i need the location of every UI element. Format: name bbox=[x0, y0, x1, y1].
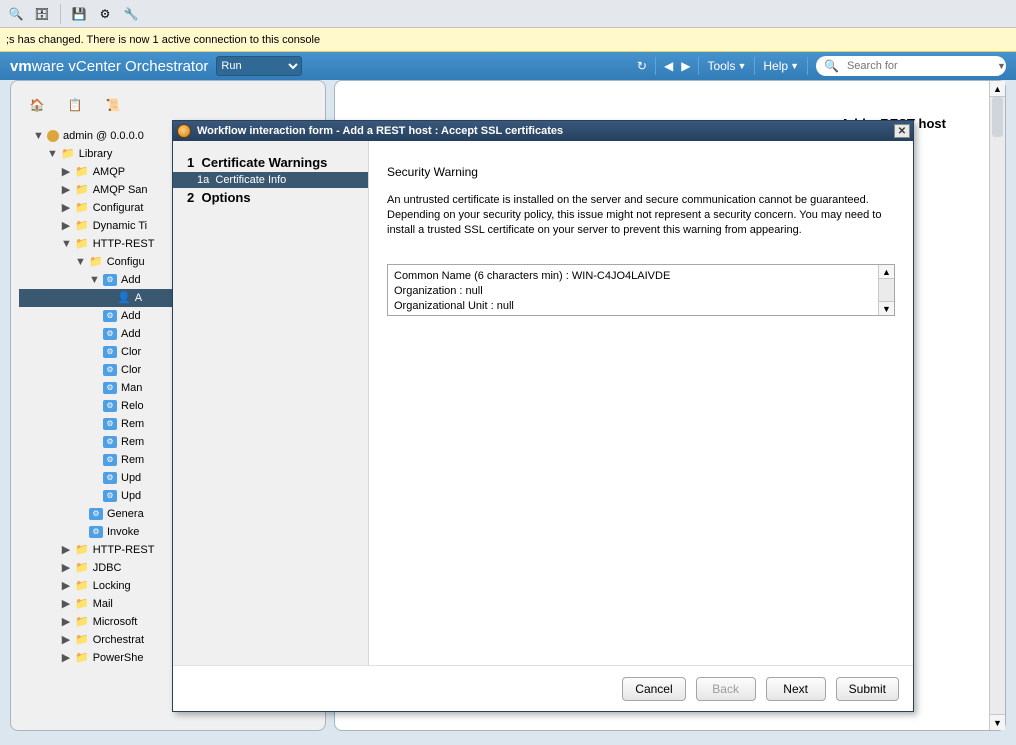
refresh-icon[interactable]: ↻ bbox=[637, 59, 647, 73]
workflow-icon: ⚙ bbox=[89, 526, 103, 538]
folder-icon: 📁 bbox=[75, 559, 89, 577]
folder-icon: 📁 bbox=[75, 163, 89, 181]
help-menu[interactable]: Help ▼ bbox=[763, 59, 799, 73]
folder-icon: 📁 bbox=[75, 613, 89, 631]
scroll-up-icon[interactable]: ▲ bbox=[990, 81, 1005, 97]
wizard-step[interactable]: 1 Certificate Warnings bbox=[173, 153, 368, 172]
dialog-titlebar[interactable]: Workflow interaction form - Add a REST h… bbox=[173, 121, 913, 141]
close-icon[interactable]: ✕ bbox=[894, 124, 910, 138]
next-button[interactable]: Next bbox=[766, 677, 826, 701]
workflow-icon: ⚙ bbox=[103, 382, 117, 394]
certificate-info-box: Common Name (6 characters min) : WIN-C4J… bbox=[387, 264, 895, 316]
workflow-dialog: Workflow interaction form - Add a REST h… bbox=[172, 120, 914, 712]
tools-menu[interactable]: Tools ▼ bbox=[707, 59, 746, 73]
workflow-icon: ⚙ bbox=[103, 472, 117, 484]
clipboard-icon[interactable]: 📋 bbox=[63, 93, 87, 117]
workflow-icon: ⚙ bbox=[103, 310, 117, 322]
folder-icon: 📁 bbox=[75, 631, 89, 649]
header-separator bbox=[754, 57, 755, 75]
folder-icon: 📁 bbox=[75, 217, 89, 235]
workflow-icon: ⚙ bbox=[103, 364, 117, 376]
notification-text: ;s has changed. There is now 1 active co… bbox=[6, 34, 320, 46]
user-icon bbox=[47, 130, 59, 142]
gear-icon[interactable]: ⚙ bbox=[95, 4, 115, 24]
app-header: vmware vCenter Orchestrator Run ↻ ◀ ▶ To… bbox=[0, 52, 1016, 80]
workflow-icon: ⚙ bbox=[103, 346, 117, 358]
folder-icon: 📁 bbox=[75, 649, 89, 667]
scroll-down-icon[interactable]: ▼ bbox=[879, 301, 894, 315]
folder-icon: 📁 bbox=[75, 235, 89, 253]
workflow-icon: ⚙ bbox=[103, 490, 117, 502]
folder-icon: 📁 bbox=[89, 253, 103, 271]
search-input[interactable] bbox=[845, 59, 991, 73]
toolbar-separator bbox=[60, 4, 61, 24]
workflow-icon: ⚙ bbox=[103, 454, 117, 466]
dialog-buttons: Cancel Back Next Submit bbox=[173, 665, 913, 711]
search-dropdown-icon[interactable]: ▼ bbox=[997, 61, 1006, 71]
floppy-icon[interactable]: 💾 bbox=[69, 4, 89, 24]
nav-fwd-icon[interactable]: ▶ bbox=[681, 59, 690, 73]
nav-back-icon[interactable]: ◀ bbox=[664, 59, 673, 73]
workflow-icon: ⚙ bbox=[103, 418, 117, 430]
header-separator bbox=[698, 57, 699, 75]
dialog-title-text: Workflow interaction form - Add a REST h… bbox=[197, 125, 563, 137]
work-area: 🏠 📋 📜 ▼admin @ 0.0.0.0 ▼📁Library ▶📁AMQP … bbox=[0, 80, 1016, 745]
workflow-icon: ⚙ bbox=[103, 328, 117, 340]
folder-icon: 📁 bbox=[75, 595, 89, 613]
folder-icon: 📁 bbox=[75, 181, 89, 199]
wrench-icon[interactable]: 🔧 bbox=[121, 4, 141, 24]
wizard-substep-selected[interactable]: 1a Certificate Info bbox=[173, 172, 368, 188]
folder-icon: 📁 bbox=[61, 145, 75, 163]
folder-icon: 📁 bbox=[75, 577, 89, 595]
certificate-info-text: Common Name (6 characters min) : WIN-C4J… bbox=[388, 265, 894, 316]
search-box[interactable]: 🔍 ▼ bbox=[816, 56, 1006, 76]
dialog-orb-icon bbox=[177, 124, 191, 138]
scroll-up-icon[interactable]: ▲ bbox=[879, 265, 894, 279]
form-body-text: An untrusted certificate is installed on… bbox=[387, 193, 895, 238]
scrollbar-thumb[interactable] bbox=[992, 97, 1003, 137]
certificate-scrollbar[interactable]: ▲ ▼ bbox=[878, 265, 894, 315]
header-separator bbox=[807, 57, 808, 75]
brand: vmware vCenter Orchestrator bbox=[10, 58, 208, 75]
dialog-form: Security Warning An untrusted certificat… bbox=[369, 141, 913, 665]
folder-icon: 📁 bbox=[75, 199, 89, 217]
scroll-down-icon[interactable]: ▼ bbox=[990, 714, 1005, 730]
wizard-steps: 1 Certificate Warnings 1a Certificate In… bbox=[173, 141, 369, 665]
folder-icon: 📁 bbox=[75, 541, 89, 559]
header-separator bbox=[655, 57, 656, 75]
top-toolbar: 🔍 🗄 💾 ⚙ 🔧 bbox=[0, 0, 1016, 28]
submit-button[interactable]: Submit bbox=[836, 677, 899, 701]
dialog-body: 1 Certificate Warnings 1a Certificate In… bbox=[173, 141, 913, 665]
workflow-icon: ⚙ bbox=[103, 274, 117, 286]
search-icon: 🔍 bbox=[824, 59, 839, 73]
right-panel-scrollbar[interactable]: ▲ ▼ bbox=[989, 81, 1005, 730]
back-button: Back bbox=[696, 677, 756, 701]
notification-bar: ;s has changed. There is now 1 active co… bbox=[0, 28, 1016, 52]
home-icon[interactable]: 🏠 bbox=[25, 93, 49, 117]
cancel-button[interactable]: Cancel bbox=[622, 677, 685, 701]
find-icon[interactable]: 🔍 bbox=[6, 4, 26, 24]
mode-select[interactable]: Run bbox=[216, 56, 302, 76]
workflow-icon: ⚙ bbox=[103, 436, 117, 448]
db-icon[interactable]: 🗄 bbox=[32, 4, 52, 24]
wizard-step[interactable]: 2 Options bbox=[173, 188, 368, 207]
scroll-icon[interactable]: 📜 bbox=[101, 93, 125, 117]
workflow-icon: ⚙ bbox=[89, 508, 103, 520]
workflow-icon: ⚙ bbox=[103, 400, 117, 412]
form-heading: Security Warning bbox=[387, 165, 895, 179]
user-run-icon: 👤 bbox=[117, 289, 131, 307]
